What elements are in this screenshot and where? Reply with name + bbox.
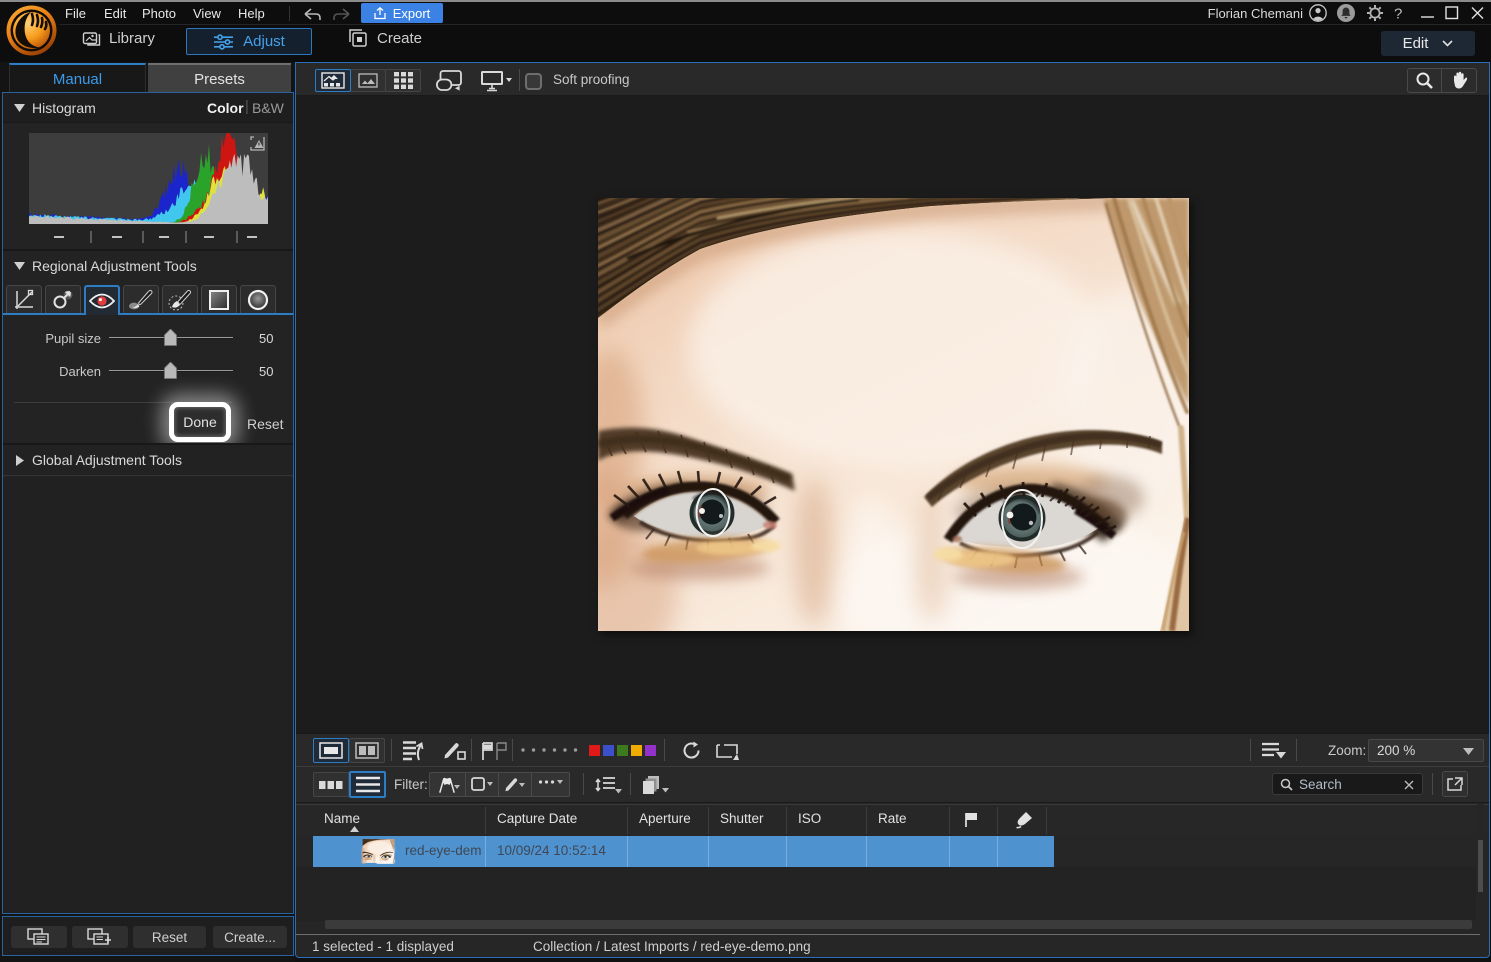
svg-text:?: ? [1394, 6, 1402, 23]
